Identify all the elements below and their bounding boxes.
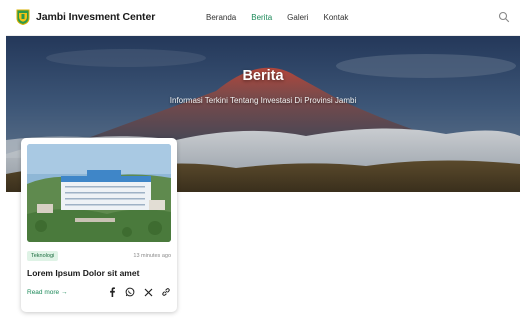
- whatsapp-icon[interactable]: [125, 287, 135, 297]
- link-icon[interactable]: [161, 287, 171, 297]
- navbar: Jambi Invesment Center Beranda Berita Ga…: [6, 0, 520, 36]
- brand-name: Jambi Invesment Center: [36, 11, 156, 23]
- facebook-icon[interactable]: [107, 287, 117, 297]
- news-card-meta: Teknologi 13 minutes ago: [27, 251, 171, 261]
- category-badge[interactable]: Teknologi: [27, 251, 59, 261]
- share-buttons: [107, 287, 171, 297]
- hero-subtitle: Informasi Terkini Tentang Investasi Di P…: [169, 96, 357, 105]
- nav-kontak[interactable]: Kontak: [324, 13, 349, 22]
- news-card-actions: Read more →: [27, 287, 171, 297]
- read-more-link[interactable]: Read more →: [27, 289, 67, 296]
- news-card[interactable]: Teknologi 13 minutes ago Lorem Ipsum Dol…: [21, 138, 177, 312]
- main-nav: Beranda Berita Galeri Kontak: [206, 13, 363, 22]
- nav-berita[interactable]: Berita: [251, 13, 272, 22]
- brand-logo-icon: [16, 9, 30, 25]
- page: Jambi Invesment Center Beranda Berita Ga…: [6, 0, 520, 318]
- brand[interactable]: Jambi Invesment Center: [16, 9, 155, 25]
- news-card-image[interactable]: [27, 144, 171, 242]
- nav-beranda[interactable]: Beranda: [206, 13, 236, 22]
- search-icon[interactable]: [498, 11, 510, 23]
- news-title[interactable]: Lorem Ipsum Dolor sit amet: [27, 268, 171, 278]
- hero-title: Berita: [242, 68, 284, 84]
- news-time: 13 minutes ago: [133, 253, 171, 259]
- x-icon[interactable]: [143, 287, 153, 297]
- nav-galeri[interactable]: Galeri: [287, 13, 308, 22]
